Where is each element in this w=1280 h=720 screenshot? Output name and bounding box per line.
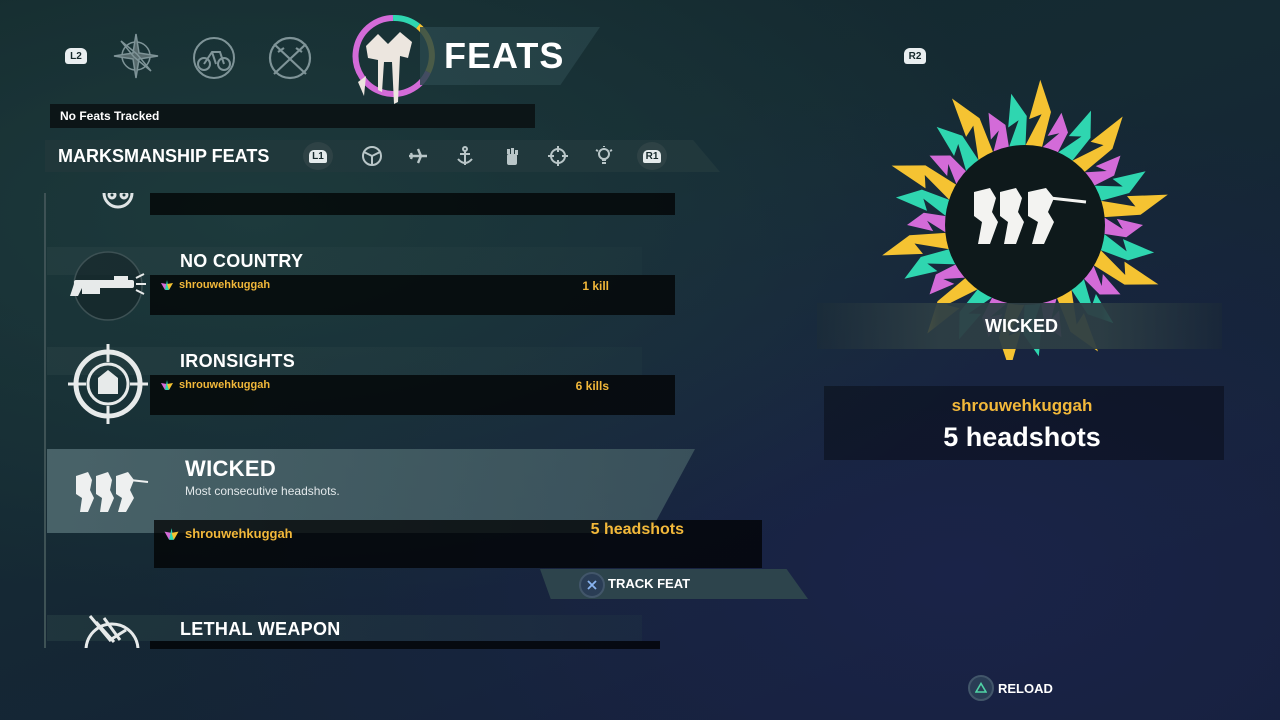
record-player: shrouwehkuggah [951,396,1093,415]
feat-name: NO COUNTRY [180,251,304,271]
list-scroll-rail[interactable] [44,193,46,648]
ironsights-icon [66,342,150,426]
track-feat-label[interactable]: TRACK FEAT [608,576,690,591]
r1-button[interactable]: R1 [637,142,667,170]
heads-icon [68,450,152,534]
player-name: shrouwehkuggah [179,379,271,391]
player-name: shrouwehkuggah [179,279,271,291]
badge-name: WICKED [985,316,1058,336]
tracked-feats-text: No Feats Tracked [60,109,160,123]
feat-score: 1 kill [582,279,609,293]
feat-name: LETHAL WEAPON [180,619,341,639]
crosshair-icon[interactable] [544,142,572,170]
l1-label: L1 [309,149,327,163]
feat-description: Most consecutive headshots. [185,484,340,498]
page-title: FEATS [444,35,565,76]
feat-name: IRONSIGHTS [180,351,296,371]
burst-ray [907,212,948,234]
player-flower-icon [161,380,173,390]
r1-label: R1 [642,149,662,163]
burst-ray [1008,93,1027,149]
reload-label[interactable]: RELOAD [998,681,1053,696]
l2-button[interactable]: L2 [65,48,87,64]
feat-name: WICKED [185,456,277,481]
feat-score: 6 kills [575,379,609,393]
lethal-weapon-icon [76,612,146,648]
player-name: shrouwehkuggah [185,526,293,541]
fist-icon[interactable] [498,142,526,170]
bike-icon[interactable] [190,34,238,82]
steering-wheel-icon[interactable] [358,142,386,170]
feat-player: shrouwehkuggah [163,526,293,541]
crossed-guns-icon[interactable] [266,34,314,82]
feat-player: shrouwehkuggah [160,379,270,391]
compass-icon[interactable] [112,32,160,80]
feat-player: shrouwehkuggah [160,279,270,291]
shotgun-icon [66,244,150,328]
triangle-button-icon[interactable] [968,675,994,701]
feat-record-strip [150,641,660,649]
burst-ray [1102,216,1143,238]
r2-button[interactable]: R2 [904,48,926,64]
record-value: 5 headshots [943,422,1101,452]
cross-button-icon[interactable] [579,572,605,598]
feat-score: 5 headshots [590,521,684,538]
category-title: MARKSMANSHIP FEATS [58,146,270,166]
player-flower-icon [164,527,179,540]
burst-ray [1024,79,1051,149]
player-flower-icon [161,280,173,290]
lightbulb-icon[interactable] [590,142,618,170]
tracked-feats-bar: No Feats Tracked [50,104,535,128]
plane-icon[interactable] [404,142,432,170]
l1-button[interactable]: L1 [303,142,333,170]
skull-icon [90,193,146,215]
anchor-icon[interactable] [451,142,479,170]
feat-row-strip [150,193,675,215]
